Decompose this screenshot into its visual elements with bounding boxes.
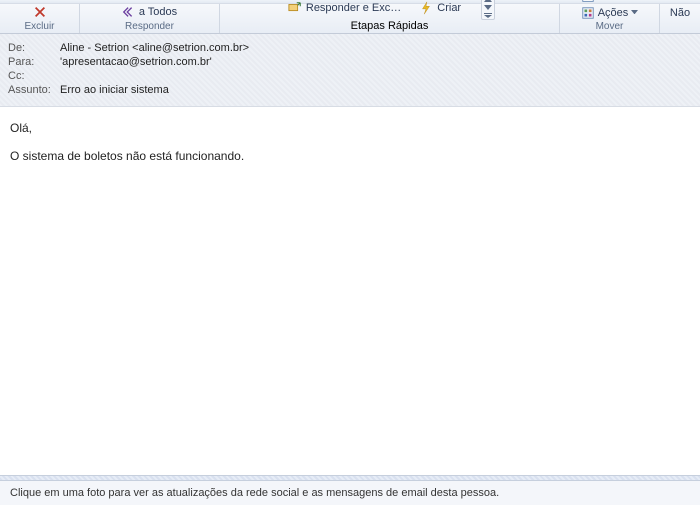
label-assunto: Assunto:: [8, 84, 60, 96]
from-email: <aline@setrion.com.br>: [132, 42, 249, 54]
delete-button[interactable]: [29, 3, 51, 21]
footer-text: Clique em uma foto para ver as atualizaç…: [10, 487, 499, 499]
chevron-down-icon: [598, 0, 605, 1]
body-line-1: Olá,: [10, 121, 690, 135]
quickstep-scroll: [481, 0, 495, 20]
message-header: De: Aline - Setrion <aline@setrion.com.b…: [0, 34, 700, 107]
group-label-empty: [679, 21, 682, 32]
value-de: Aline - Setrion <aline@setrion.com.br>: [60, 42, 249, 54]
ribbon-group-nao: Não: [660, 4, 700, 33]
group-label-responder: Responder: [125, 21, 174, 32]
value-para: 'apresentacao@setrion.com.br': [60, 56, 212, 68]
delete-icon: [33, 5, 47, 19]
quickstep-reply-delete-label: Responder e Exc…: [306, 2, 401, 14]
message-body: Olá, O sistema de boletos não está funci…: [0, 107, 700, 475]
acoes-label: Ações: [598, 7, 629, 19]
ribbon: Excluir a Todos Responder Responder e Ex…: [0, 4, 700, 34]
nao-button[interactable]: Não: [666, 5, 694, 21]
reply-delete-icon: [288, 1, 302, 15]
group-label-etapas: Etapas Rápidas: [351, 20, 429, 32]
lightning-icon: [419, 1, 433, 15]
label-de: De:: [8, 42, 60, 54]
quickstep-down[interactable]: [482, 4, 494, 11]
from-name: Aline - Setrion: [60, 42, 132, 54]
label-cc: Cc:: [8, 70, 60, 82]
quickstep-more[interactable]: [482, 12, 494, 19]
rules-icon: [581, 0, 595, 4]
quickstep-criar[interactable]: Criar: [415, 0, 465, 17]
ribbon-group-etapas: Responder e Exc… Criar Etapas Rápidas: [220, 4, 560, 33]
reply-all-label: a Todos: [139, 6, 177, 18]
actions-icon: [581, 6, 595, 20]
group-label-excluir: Excluir: [24, 21, 54, 32]
body-line-2: O sistema de boletos não está funcionand…: [10, 149, 690, 163]
quickstep-reply-delete[interactable]: Responder e Exc…: [284, 0, 405, 17]
quickstep-criar-label: Criar: [437, 2, 461, 14]
acoes-button[interactable]: Ações: [578, 5, 642, 21]
people-pane-footer[interactable]: Clique em uma foto para ver as atualizaç…: [0, 481, 700, 505]
label-para: Para:: [8, 56, 60, 68]
group-label-mover: Mover: [596, 21, 624, 32]
ribbon-group-mover: Ações Mover: [560, 4, 660, 33]
chevron-down-icon: [631, 10, 638, 17]
ribbon-group-excluir: Excluir: [0, 4, 80, 33]
quickstep-up[interactable]: [482, 0, 494, 3]
nao-label: Não: [670, 7, 690, 19]
value-assunto: Erro ao iniciar sistema: [60, 84, 169, 96]
ribbon-group-responder: a Todos Responder: [80, 4, 220, 33]
reply-all-button[interactable]: a Todos: [118, 3, 181, 21]
reply-all-icon: [122, 5, 136, 19]
